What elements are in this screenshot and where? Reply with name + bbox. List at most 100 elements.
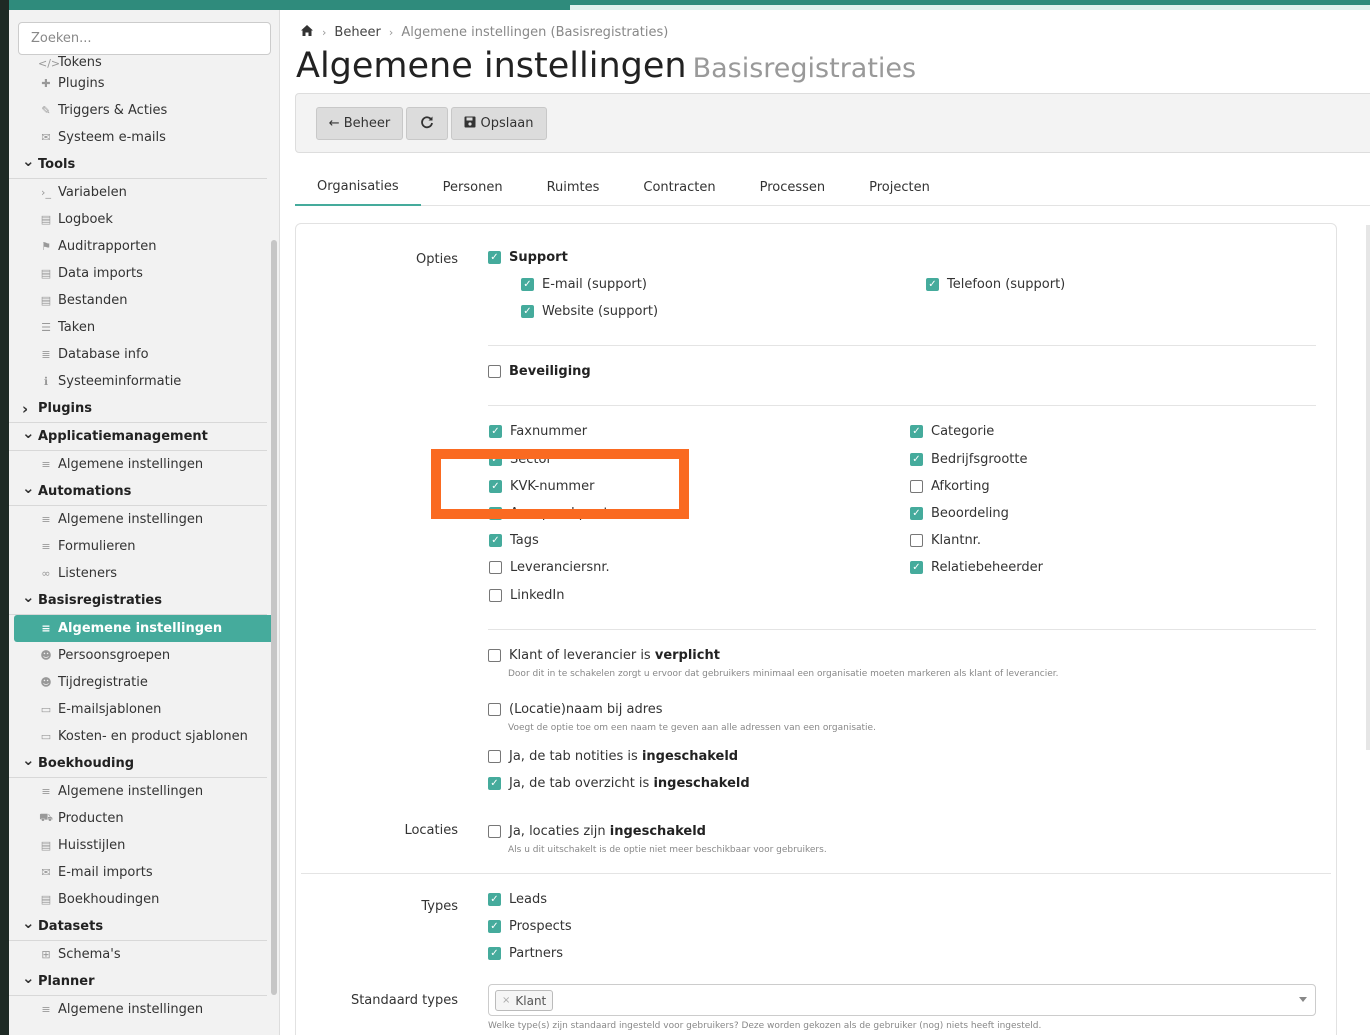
tab-contracten[interactable]: Contracten (621, 168, 737, 206)
sidebar-item-algemene-instellingen[interactable]: ≡ Algemene instellingen (14, 615, 276, 642)
remove-tag-icon[interactable]: × (502, 995, 510, 1006)
sidebar-item-boekhoudingen[interactable]: ▤ Boekhoudingen (9, 886, 279, 913)
field-beoordeling-checkbox[interactable]: ✓ Beoordeling (910, 506, 1009, 521)
checkbox-unchecked-icon[interactable] (488, 825, 501, 838)
checkbox-checked-icon[interactable]: ✓ (926, 278, 939, 291)
sidebar-section-automations[interactable]: ⌄ Automations (9, 478, 267, 506)
sidebar-section-plugins[interactable]: › Plugins (9, 395, 267, 423)
tab-notities-checkbox[interactable]: Ja, de tab notities is ingeschakeld (488, 749, 738, 764)
sidebar-section-label: Planner (38, 974, 95, 989)
sidebar-item-auditrapporten[interactable]: ⚑ Auditrapporten (9, 233, 279, 260)
sidebar-scrollbar[interactable] (271, 240, 277, 995)
checkbox-checked-icon[interactable]: ✓ (910, 425, 923, 438)
caret-down-icon[interactable] (1299, 997, 1307, 1002)
checkbox-unchecked-icon[interactable] (910, 480, 923, 493)
back-button[interactable]: ← Beheer (316, 107, 403, 140)
sidebar-item-algemene-instellingen[interactable]: ≡ Algemene instellingen (9, 506, 279, 533)
checkbox-checked-icon[interactable]: ✓ (910, 453, 923, 466)
sidebar-item-database-info[interactable]: ≣ Database info (9, 341, 279, 368)
sidebar-item-huisstijlen[interactable]: ▤ Huisstijlen (9, 832, 279, 859)
sidebar-section-boekhouding[interactable]: ⌄ Boekhouding (9, 750, 267, 778)
checkbox-checked-icon[interactable]: ✓ (910, 561, 923, 574)
checkbox-checked-icon[interactable]: ✓ (488, 947, 501, 960)
sidebar-section-applicatiemanagement[interactable]: ⌄ Applicatiemanagement (9, 423, 267, 451)
checkbox-checked-icon[interactable]: ✓ (521, 278, 534, 291)
sidebar-item-logboek[interactable]: ▤ Logboek (9, 206, 279, 233)
sidebar-item-algemene-instellingen[interactable]: ≡ Algemene instellingen (9, 778, 279, 805)
checkbox-checked-icon[interactable]: ✓ (489, 534, 502, 547)
tab-projecten[interactable]: Projecten (847, 168, 952, 206)
sidebar-section-datasets[interactable]: ⌄ Datasets (9, 913, 267, 941)
field-tags-checkbox[interactable]: ✓ Tags (489, 533, 539, 548)
support-checkbox[interactable]: ✓ Support (488, 250, 568, 265)
home-icon[interactable] (300, 24, 314, 41)
sidebar-item-schema-s[interactable]: ⊞ Schema's (9, 941, 279, 968)
beveiliging-checkbox[interactable]: Beveiliging (488, 364, 591, 379)
field-categorie-checkbox[interactable]: ✓ Categorie (910, 424, 994, 439)
type-partners-checkbox[interactable]: ✓ Partners (488, 946, 563, 961)
save-button[interactable]: Opslaan (451, 107, 547, 140)
website-support-checkbox[interactable]: ✓ Website (support) (521, 304, 658, 319)
type-prospects-checkbox[interactable]: ✓ Prospects (488, 919, 572, 934)
sidebar-item-e-mail-imports[interactable]: ✉ E-mail imports (9, 859, 279, 886)
sidebar-item-algemene-instellingen[interactable]: ≡ Algemene instellingen (9, 451, 279, 478)
refresh-button[interactable] (406, 107, 448, 140)
search-input[interactable] (18, 22, 271, 55)
sidebar-item-formulieren[interactable]: ≡ Formulieren (9, 533, 279, 560)
sidebar-item-tijdregistratie[interactable]: ☻ Tijdregistratie (9, 669, 279, 696)
checkbox-unchecked-icon[interactable] (489, 589, 502, 602)
field-relatiebeheerder-checkbox[interactable]: ✓ Relatiebeheerder (910, 560, 1043, 575)
sidebar-section-basisregistraties[interactable]: ⌄ Basisregistraties (9, 587, 267, 615)
checkbox-unchecked-icon[interactable] (488, 750, 501, 763)
checkbox-checked-icon[interactable]: ✓ (521, 305, 534, 318)
field-klantnr--checkbox[interactable]: Klantnr. (910, 533, 981, 548)
sidebar-item-e-mailsjablonen[interactable]: ▭ E-mailsjablonen (9, 696, 279, 723)
sidebar-item-systeem-e-mails[interactable]: ✉ Systeem e-mails (9, 124, 279, 151)
tab-personen[interactable]: Personen (421, 168, 525, 206)
sidebar-item-systeeminformatie[interactable]: ℹ Systeeminformatie (9, 368, 279, 395)
tab-organisaties[interactable]: Organisaties (295, 168, 421, 206)
tab-ruimtes[interactable]: Ruimtes (525, 168, 622, 206)
email-support-checkbox[interactable]: ✓ E-mail (support) (521, 277, 647, 292)
checkbox-checked-icon[interactable]: ✓ (488, 920, 501, 933)
checkbox-unchecked-icon[interactable] (488, 649, 501, 662)
checkbox-unchecked-icon[interactable] (910, 534, 923, 547)
breadcrumb-beheer[interactable]: Beheer (334, 25, 381, 40)
locatienaam-checkbox[interactable]: (Locatie)naam bij adres (488, 702, 663, 717)
checkbox-unchecked-icon[interactable] (488, 365, 501, 378)
sidebar-section-tools[interactable]: ⌄ Tools (9, 151, 267, 179)
checkbox-checked-icon[interactable]: ✓ (488, 251, 501, 264)
sidebar-item-bestanden[interactable]: ▤ Bestanden (9, 287, 279, 314)
sidebar-item-kosten-en-product-sjablonen[interactable]: ▭ Kosten- en product sjablonen (9, 723, 279, 750)
telefoon-support-checkbox[interactable]: ✓ Telefoon (support) (926, 277, 1065, 292)
sidebar-item-tokens[interactable]: </> Tokens (9, 54, 279, 70)
checkbox-checked-icon[interactable]: ✓ (488, 893, 501, 906)
type-leads-checkbox[interactable]: ✓ Leads (488, 892, 547, 907)
field-leveranciersnr--checkbox[interactable]: Leveranciersnr. (489, 560, 610, 575)
sidebar-item-persoonsgroepen[interactable]: ☻ Persoonsgroepen (9, 642, 279, 669)
field-afkorting-checkbox[interactable]: Afkorting (910, 479, 990, 494)
sidebar-item-listeners[interactable]: ∞ Listeners (9, 560, 279, 587)
standaard-types-select[interactable]: × Klant (488, 984, 1316, 1016)
sidebar-item-producten[interactable]: ⛟ Producten (9, 805, 279, 832)
sidebar-item-algemene-instellingen[interactable]: ≡ Algemene instellingen (9, 996, 279, 1023)
checkbox-unchecked-icon[interactable] (488, 703, 501, 716)
sidebar-section-planner[interactable]: ⌄ Planner (9, 968, 267, 996)
checkbox-unchecked-icon[interactable] (489, 561, 502, 574)
locaties-checkbox[interactable]: Ja, locaties zijn ingeschakeld (488, 824, 706, 839)
checkbox-checked-icon[interactable]: ✓ (488, 777, 501, 790)
klant-leverancier-verplicht-checkbox[interactable]: Klant of leverancier is verplicht (488, 648, 720, 663)
sidebar-item-data-imports[interactable]: ▤ Data imports (9, 260, 279, 287)
tab-overzicht-checkbox[interactable]: ✓ Ja, de tab overzicht is ingeschakeld (488, 776, 750, 791)
field-faxnummer-checkbox[interactable]: ✓ Faxnummer (489, 424, 587, 439)
checkbox-checked-icon[interactable]: ✓ (489, 425, 502, 438)
field-bedrijfsgrootte-checkbox[interactable]: ✓ Bedrijfsgrootte (910, 452, 1028, 467)
field-linkedin-checkbox[interactable]: LinkedIn (489, 588, 564, 603)
tab-processen[interactable]: Processen (738, 168, 848, 206)
checkbox-checked-icon[interactable]: ✓ (910, 507, 923, 520)
sidebar-item-variabelen[interactable]: ›_ Variabelen (9, 179, 279, 206)
sidebar-item-taken[interactable]: ☰ Taken (9, 314, 279, 341)
main-scrollbar[interactable] (1366, 225, 1370, 750)
sidebar-item-triggers-acties[interactable]: ✎ Triggers & Acties (9, 97, 279, 124)
sidebar-item-plugins[interactable]: ✚ Plugins (9, 70, 279, 97)
